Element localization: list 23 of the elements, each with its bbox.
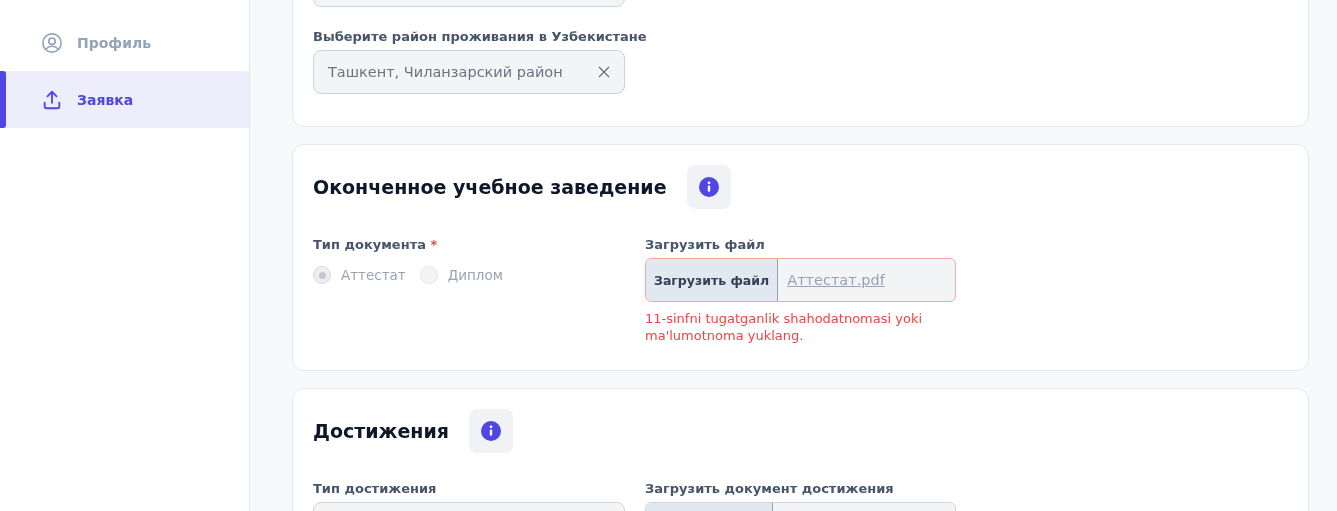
field-label: Тип документа * [313, 237, 439, 252]
file-link[interactable]: Аттестат.pdf [778, 259, 885, 301]
error-message: 11-sinfni tugatganlik shahodatnomasi yoki ma'lumotnoma yuklang. [645, 310, 924, 344]
field-label: Тип достижения [313, 481, 438, 496]
sidebar-item[interactable]: Заявка [0, 71, 249, 128]
field-label: Загрузить файл [645, 237, 766, 252]
section-title: Достижения [313, 420, 449, 442]
section-title: Оконченное учебное заведение [313, 176, 667, 198]
upload-icon [41, 88, 63, 111]
info-button[interactable] [686, 165, 731, 209]
field-label: Загрузить документ достижения [645, 481, 895, 496]
required-asterisk: * [430, 237, 438, 252]
info-icon [481, 421, 501, 441]
sidebar-item[interactable]: Профиль [0, 14, 249, 71]
field-label: Выберите район проживания в Узбекистане [313, 29, 648, 44]
select-field[interactable]: Ташкент, Чиланзарский район [313, 50, 625, 94]
user-circle-icon [41, 31, 63, 54]
file-input[interactable]: Загрузить файл Аттестат.pdf [645, 258, 956, 302]
radio-label: Аттестат [341, 267, 406, 283]
radio-label: Диплом [447, 267, 503, 283]
info-button[interactable] [469, 409, 513, 453]
info-icon [698, 177, 719, 197]
close-icon[interactable] [598, 66, 610, 78]
